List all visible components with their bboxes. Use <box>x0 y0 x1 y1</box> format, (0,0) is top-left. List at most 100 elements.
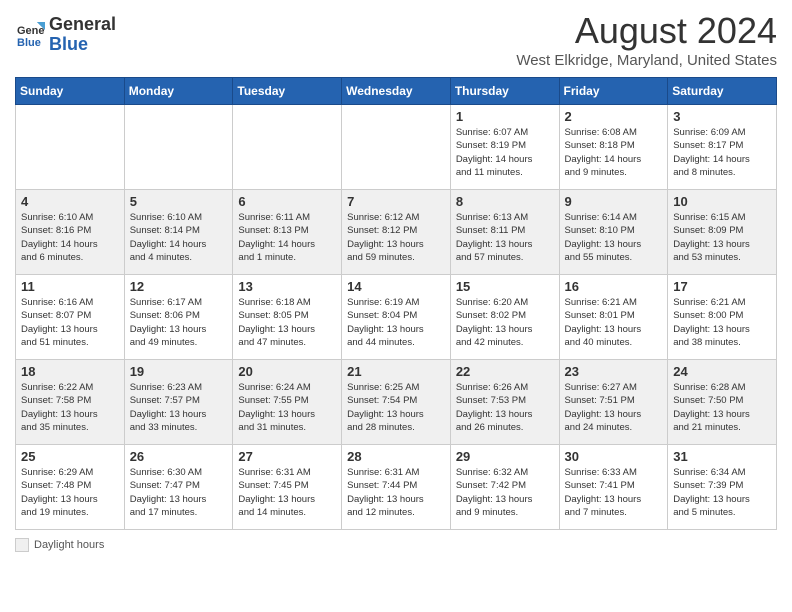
day-info: Sunrise: 6:22 AM Sunset: 7:58 PM Dayligh… <box>21 381 119 434</box>
header-cell-thursday: Thursday <box>450 78 559 105</box>
day-info: Sunrise: 6:21 AM Sunset: 8:00 PM Dayligh… <box>673 296 771 349</box>
day-info: Sunrise: 6:23 AM Sunset: 7:57 PM Dayligh… <box>130 381 228 434</box>
day-number: 10 <box>673 194 771 209</box>
day-cell: 14 Sunrise: 6:19 AM Sunset: 8:04 PM Dayli… <box>342 275 451 360</box>
footer: Daylight hours <box>15 538 777 552</box>
svg-text:General: General <box>17 25 45 37</box>
day-info: Sunrise: 6:13 AM Sunset: 8:11 PM Dayligh… <box>456 211 554 264</box>
day-number: 29 <box>456 449 554 464</box>
day-info: Sunrise: 6:11 AM Sunset: 8:13 PM Dayligh… <box>238 211 336 264</box>
day-number: 14 <box>347 279 445 294</box>
day-number: 17 <box>673 279 771 294</box>
day-number: 6 <box>238 194 336 209</box>
day-number: 3 <box>673 109 771 124</box>
day-cell: 12Sunrise: 6:17 AM Sunset: 8:06 PM Dayli… <box>124 275 233 360</box>
daylight-box-icon <box>15 538 29 552</box>
day-cell: 30 Sunrise: 6:33 AM Sunset: 7:41 PM Dayli… <box>559 445 668 530</box>
day-cell: 27 Sunrise: 6:31 AM Sunset: 7:45 PM Dayli… <box>233 445 342 530</box>
day-cell: 31Sunrise: 6:34 AM Sunset: 7:39 PM Dayli… <box>668 445 777 530</box>
day-cell: 4Sunrise: 6:10 AM Sunset: 8:16 PM Daylig… <box>16 190 125 275</box>
day-cell: 22 Sunrise: 6:26 AM Sunset: 7:53 PM Dayli… <box>450 360 559 445</box>
day-cell <box>124 105 233 190</box>
day-number: 2 <box>565 109 663 124</box>
day-number: 15 <box>456 279 554 294</box>
day-number: 18 <box>21 364 119 379</box>
day-cell: 3 Sunrise: 6:09 AM Sunset: 8:17 PM Daylig… <box>668 105 777 190</box>
subtitle: West Elkridge, Maryland, United States <box>516 52 777 69</box>
header-cell-saturday: Saturday <box>668 78 777 105</box>
day-info: Sunrise: 6:18 AM Sunset: 8:05 PM Dayligh… <box>238 296 336 349</box>
day-info: Sunrise: 6:20 AM Sunset: 8:02 PM Dayligh… <box>456 296 554 349</box>
day-cell: 25Sunrise: 6:29 AM Sunset: 7:48 PM Dayli… <box>16 445 125 530</box>
day-info: Sunrise: 6:21 AM Sunset: 8:01 PM Dayligh… <box>565 296 663 349</box>
day-cell: 10 Sunrise: 6:15 AM Sunset: 8:09 PM Dayli… <box>668 190 777 275</box>
calendar-table: SundayMondayTuesdayWednesdayThursdayFrid… <box>15 77 777 530</box>
calendar-header: SundayMondayTuesdayWednesdayThursdayFrid… <box>16 78 777 105</box>
day-number: 4 <box>21 194 119 209</box>
day-cell: 18 Sunrise: 6:22 AM Sunset: 7:58 PM Dayli… <box>16 360 125 445</box>
day-cell: 21Sunrise: 6:25 AM Sunset: 7:54 PM Dayli… <box>342 360 451 445</box>
week-row-4: 18 Sunrise: 6:22 AM Sunset: 7:58 PM Dayli… <box>16 360 777 445</box>
day-cell: 15 Sunrise: 6:20 AM Sunset: 8:02 PM Dayli… <box>450 275 559 360</box>
day-number: 27 <box>238 449 336 464</box>
day-info: Sunrise: 6:15 AM Sunset: 8:09 PM Dayligh… <box>673 211 771 264</box>
header-cell-tuesday: Tuesday <box>233 78 342 105</box>
day-number: 7 <box>347 194 445 209</box>
day-cell: 2 Sunrise: 6:08 AM Sunset: 8:18 PM Daylig… <box>559 105 668 190</box>
day-cell: 17 Sunrise: 6:21 AM Sunset: 8:00 PM Dayli… <box>668 275 777 360</box>
month-title: August 2024 <box>516 10 777 52</box>
day-info: Sunrise: 6:32 AM Sunset: 7:42 PM Dayligh… <box>456 466 554 519</box>
day-number: 11 <box>21 279 119 294</box>
day-number: 19 <box>130 364 228 379</box>
header: General Blue General Blue August 2024 We… <box>15 10 777 69</box>
day-info: Sunrise: 6:27 AM Sunset: 7:51 PM Dayligh… <box>565 381 663 434</box>
day-number: 30 <box>565 449 663 464</box>
day-cell <box>342 105 451 190</box>
day-info: Sunrise: 6:08 AM Sunset: 8:18 PM Dayligh… <box>565 126 663 179</box>
day-cell: 24 Sunrise: 6:28 AM Sunset: 7:50 PM Dayli… <box>668 360 777 445</box>
day-cell <box>233 105 342 190</box>
day-number: 1 <box>456 109 554 124</box>
week-row-2: 4Sunrise: 6:10 AM Sunset: 8:16 PM Daylig… <box>16 190 777 275</box>
day-cell: 9 Sunrise: 6:14 AM Sunset: 8:10 PM Daylig… <box>559 190 668 275</box>
day-number: 31 <box>673 449 771 464</box>
day-info: Sunrise: 6:31 AM Sunset: 7:44 PM Dayligh… <box>347 466 445 519</box>
day-info: Sunrise: 6:26 AM Sunset: 7:53 PM Dayligh… <box>456 381 554 434</box>
day-info: Sunrise: 6:14 AM Sunset: 8:10 PM Dayligh… <box>565 211 663 264</box>
title-area: August 2024 West Elkridge, Maryland, Uni… <box>516 10 777 69</box>
day-info: Sunrise: 6:17 AM Sunset: 8:06 PM Dayligh… <box>130 296 228 349</box>
day-info: Sunrise: 6:33 AM Sunset: 7:41 PM Dayligh… <box>565 466 663 519</box>
logo-icon: General Blue <box>15 20 45 50</box>
day-info: Sunrise: 6:07 AM Sunset: 8:19 PM Dayligh… <box>456 126 554 179</box>
day-info: Sunrise: 6:31 AM Sunset: 7:45 PM Dayligh… <box>238 466 336 519</box>
day-number: 5 <box>130 194 228 209</box>
day-cell: 20Sunrise: 6:24 AM Sunset: 7:55 PM Dayli… <box>233 360 342 445</box>
day-number: 13 <box>238 279 336 294</box>
day-number: 22 <box>456 364 554 379</box>
day-cell: 5 Sunrise: 6:10 AM Sunset: 8:14 PM Daylig… <box>124 190 233 275</box>
header-cell-monday: Monday <box>124 78 233 105</box>
week-row-1: 1 Sunrise: 6:07 AM Sunset: 8:19 PM Daylig… <box>16 105 777 190</box>
header-cell-sunday: Sunday <box>16 78 125 105</box>
day-number: 9 <box>565 194 663 209</box>
day-info: Sunrise: 6:25 AM Sunset: 7:54 PM Dayligh… <box>347 381 445 434</box>
day-cell: 29 Sunrise: 6:32 AM Sunset: 7:42 PM Dayli… <box>450 445 559 530</box>
header-cell-friday: Friday <box>559 78 668 105</box>
day-info: Sunrise: 6:24 AM Sunset: 7:55 PM Dayligh… <box>238 381 336 434</box>
day-info: Sunrise: 6:28 AM Sunset: 7:50 PM Dayligh… <box>673 381 771 434</box>
day-info: Sunrise: 6:19 AM Sunset: 8:04 PM Dayligh… <box>347 296 445 349</box>
day-info: Sunrise: 6:09 AM Sunset: 8:17 PM Dayligh… <box>673 126 771 179</box>
day-number: 24 <box>673 364 771 379</box>
day-number: 8 <box>456 194 554 209</box>
svg-text:Blue: Blue <box>17 37 41 49</box>
day-cell: 6 Sunrise: 6:11 AM Sunset: 8:13 PM Daylig… <box>233 190 342 275</box>
day-info: Sunrise: 6:12 AM Sunset: 8:12 PM Dayligh… <box>347 211 445 264</box>
day-number: 16 <box>565 279 663 294</box>
day-info: Sunrise: 6:29 AM Sunset: 7:48 PM Dayligh… <box>21 466 119 519</box>
day-cell: 16 Sunrise: 6:21 AM Sunset: 8:01 PM Dayli… <box>559 275 668 360</box>
day-cell: 19 Sunrise: 6:23 AM Sunset: 7:57 PM Dayli… <box>124 360 233 445</box>
day-number: 28 <box>347 449 445 464</box>
day-info: Sunrise: 6:10 AM Sunset: 8:14 PM Dayligh… <box>130 211 228 264</box>
day-info: Sunrise: 6:16 AM Sunset: 8:07 PM Dayligh… <box>21 296 119 349</box>
day-cell: 11 Sunrise: 6:16 AM Sunset: 8:07 PM Dayli… <box>16 275 125 360</box>
